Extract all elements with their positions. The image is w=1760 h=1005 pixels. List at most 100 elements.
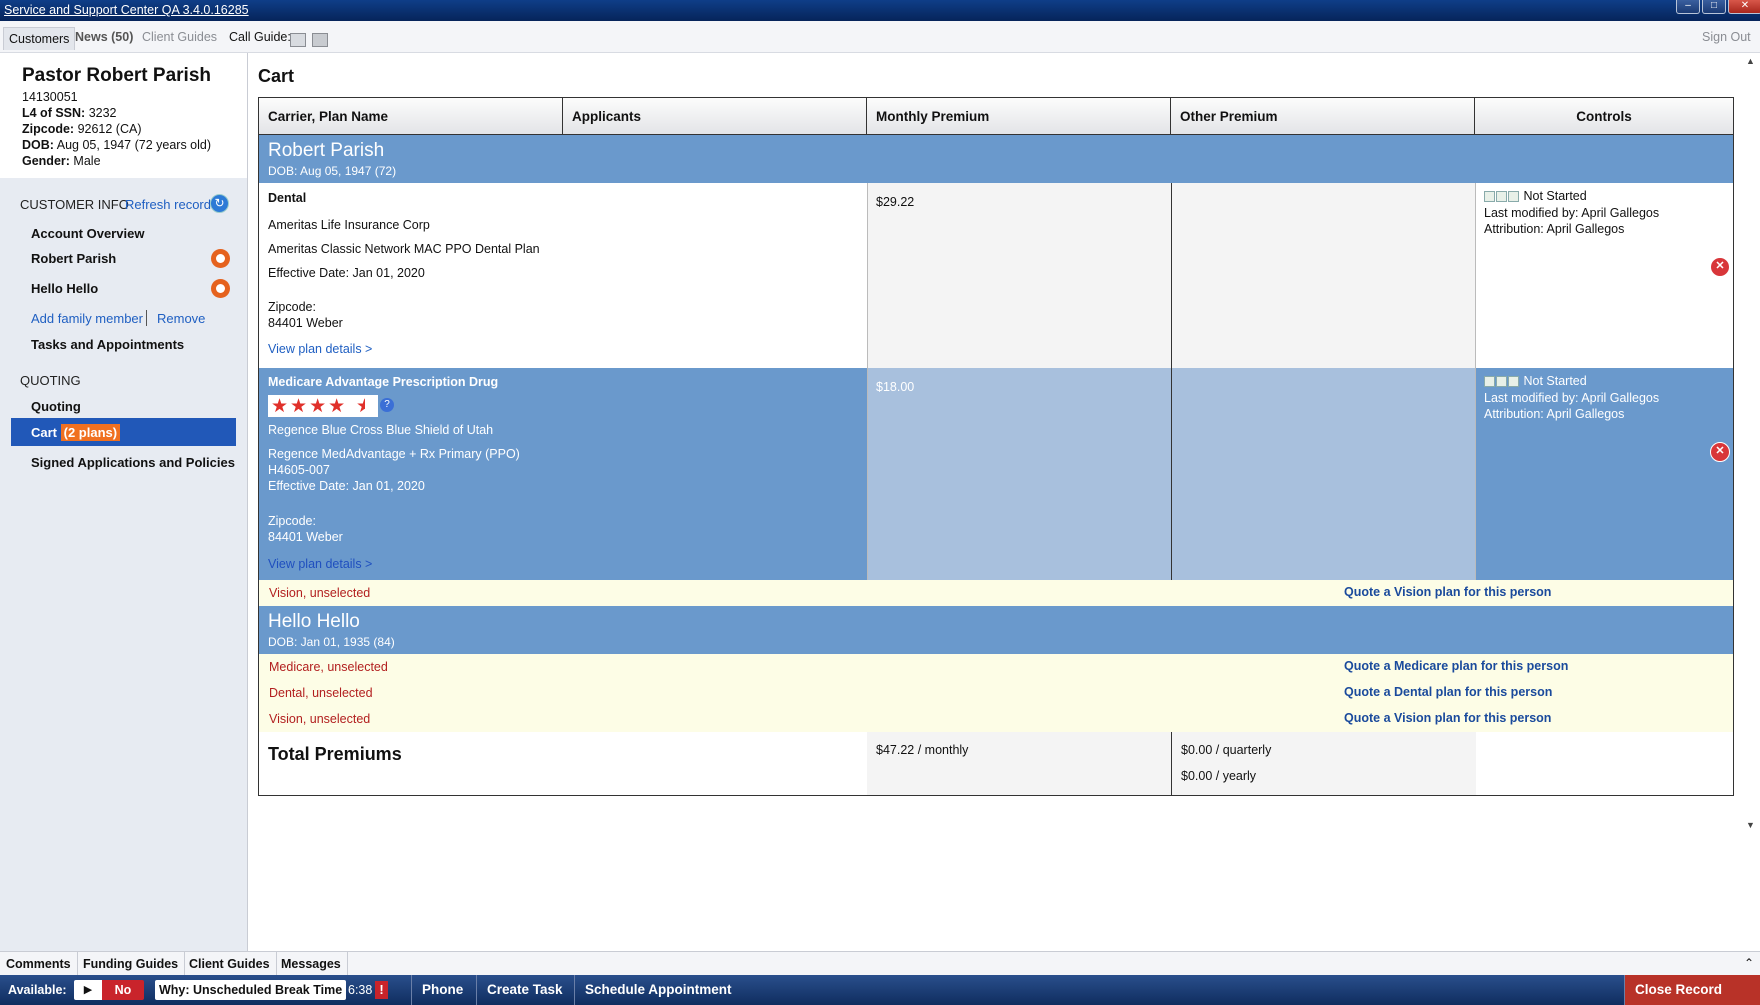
cart-nav-text: Cart (31, 425, 58, 440)
maximize-icon[interactable]: □ (1702, 0, 1726, 14)
scrollbar[interactable]: ▲ ▼ (1746, 56, 1756, 836)
sidebar-item-hello-hello[interactable]: Hello Hello (31, 281, 98, 296)
call-guide-full-icon[interactable] (312, 33, 328, 47)
quote-dental-link[interactable]: Quote a Dental plan for this person (1344, 685, 1552, 699)
unselected-label: Dental, unselected (269, 686, 373, 700)
remove-link[interactable]: Remove (157, 311, 205, 326)
customer-zip: Zipcode: 92612 (CA) (22, 122, 142, 136)
plan-carrier: Regence Blue Cross Blue Shield of Utah (268, 423, 494, 437)
phone-button[interactable]: Phone (411, 975, 473, 1005)
monthly-cell (867, 732, 1171, 795)
unselected-label: Vision, unselected (269, 712, 371, 726)
total-quarterly: $0.00 / quarterly (1181, 743, 1272, 757)
status-box-icon (1508, 376, 1519, 388)
status-text: Not Started (1523, 374, 1587, 388)
status-bar: Available: ▶ No Why: Unscheduled Break T… (0, 975, 1760, 1005)
unselected-label: Medicare, unselected (269, 660, 388, 674)
col-divider (867, 183, 868, 580)
other-cell (1171, 732, 1476, 795)
unselected-label: Vision, unselected (269, 586, 371, 600)
status-box-icon (1496, 376, 1507, 388)
total-yearly: $0.00 / yearly (1181, 769, 1257, 783)
col-header-carrier: Carrier, Plan Name (259, 98, 563, 134)
tab-comments[interactable]: Comments (0, 952, 78, 976)
status-box-icon (1496, 191, 1507, 203)
cart-nav-label: Cart (2 plans) (31, 424, 121, 441)
top-tab-bar: Customers News (50) Client Guides Call G… (0, 21, 1760, 53)
col-divider (1475, 183, 1476, 580)
play-icon[interactable]: ▶ (74, 980, 102, 1000)
available-label: Available: (8, 983, 67, 997)
close-record-button[interactable]: Close Record (1624, 975, 1760, 1005)
col-divider (1171, 183, 1172, 580)
quote-vision-link[interactable]: Quote a Vision plan for this person (1344, 711, 1551, 725)
col-header-other: Other Premium (1171, 98, 1475, 134)
sidebar-item-signed-applications[interactable]: Signed Applications and Policies (31, 455, 235, 470)
sidebar-item-quoting[interactable]: Quoting (31, 399, 81, 414)
plan-type: Dental (268, 191, 307, 205)
customer-id: 14130051 (22, 90, 78, 104)
quote-vision-link[interactable]: Quote a Vision plan for this person (1344, 585, 1551, 599)
other-cell (1171, 368, 1475, 580)
plan-zip: 84401 Weber (268, 316, 343, 330)
dob-value: Aug 05, 1947 (72 years old) (56, 138, 212, 152)
add-family-member-link[interactable]: Add family member (31, 311, 143, 326)
tab-messages[interactable]: Messages (275, 952, 348, 976)
sidebar-item-robert-parish[interactable]: Robert Parish (31, 251, 116, 266)
status-text: Not Started (1523, 189, 1587, 203)
expand-up-icon[interactable]: ⌃ (1744, 956, 1754, 970)
customer-name: Pastor Robert Parish (22, 65, 211, 86)
status-box-icon (1484, 191, 1495, 203)
remove-plan-icon[interactable]: ✕ (1710, 257, 1730, 277)
refresh-record-link[interactable]: Refresh record (125, 197, 211, 212)
help-icon[interactable]: ? (380, 398, 394, 412)
customer-profile: Pastor Robert Parish 14130051 L4 of SSN:… (0, 53, 247, 178)
close-window-icon[interactable]: ✕ (1728, 0, 1760, 14)
half-star-icon: ★ (356, 396, 365, 417)
plan-effective-date: Effective Date: Jan 01, 2020 (268, 266, 425, 280)
sidebar-item-account-overview[interactable]: Account Overview (31, 226, 144, 241)
monthly-premium: $29.22 (876, 195, 915, 209)
remove-plan-icon[interactable]: ✕ (1710, 442, 1730, 462)
create-task-button[interactable]: Create Task (476, 975, 573, 1005)
availability-toggle[interactable]: No (102, 980, 144, 1000)
dob-label: DOB: (22, 138, 54, 152)
status-box-icon (1508, 191, 1519, 203)
tab-customers[interactable]: Customers (3, 27, 76, 50)
break-timer: 6:38 (348, 983, 373, 997)
view-plan-details-link[interactable]: View plan details > (268, 342, 372, 356)
scroll-down-icon[interactable]: ▼ (1746, 820, 1755, 830)
schedule-appointment-button[interactable]: Schedule Appointment (574, 975, 742, 1005)
col-header-monthly: Monthly Premium (867, 98, 1171, 134)
total-monthly: $47.22 / monthly (876, 743, 969, 757)
last-modified: Last modified by: April Gallegos (1484, 391, 1660, 405)
unselected-row: Dental, unselected Quote a Dental plan f… (259, 680, 1733, 706)
tab-client-guides-bottom[interactable]: Client Guides (183, 952, 277, 976)
scroll-up-icon[interactable]: ▲ (1746, 56, 1755, 66)
plan-zip-label: Zipcode: (268, 300, 316, 314)
minimize-icon[interactable]: – (1676, 0, 1700, 14)
tab-client-guides[interactable]: Client Guides (142, 30, 217, 44)
sidebar-item-tasks[interactable]: Tasks and Appointments (31, 337, 184, 352)
col-header-controls: Controls (1576, 109, 1632, 124)
page-title: Cart (258, 66, 295, 86)
tab-funding-guides[interactable]: Funding Guides (77, 952, 186, 976)
sidebar: Pastor Robert Parish 14130051 L4 of SSN:… (0, 53, 248, 951)
call-guide-label: Call Guide: (229, 30, 291, 44)
quote-medicare-link[interactable]: Quote a Medicare plan for this person (1344, 659, 1568, 673)
reason-dropdown[interactable]: Why: Unscheduled Break Time (155, 980, 347, 1000)
call-guide-split-icon[interactable] (290, 33, 306, 47)
lifebuoy-icon[interactable] (211, 279, 230, 298)
plan-row-medicare: Medicare Advantage Prescription Drug ★★★… (259, 368, 1733, 580)
view-plan-details-link[interactable]: View plan details > (268, 557, 372, 571)
totals-label: Total Premiums (268, 744, 402, 764)
lifebuoy-icon[interactable] (211, 249, 230, 268)
other-cell (1171, 183, 1475, 368)
tab-news[interactable]: News (50) (75, 30, 133, 44)
plan-effective-date: Effective Date: Jan 01, 2020 (268, 479, 425, 493)
sign-out-link[interactable]: Sign Out (1702, 30, 1751, 44)
sidebar-item-cart[interactable]: Cart (2 plans) (11, 418, 236, 446)
refresh-icon[interactable]: ↻ (210, 194, 229, 213)
person-row-robert: Robert Parish DOB: Aug 05, 1947 (72) (259, 135, 1733, 183)
person-dob: DOB: Aug 05, 1947 (72) (268, 164, 397, 178)
